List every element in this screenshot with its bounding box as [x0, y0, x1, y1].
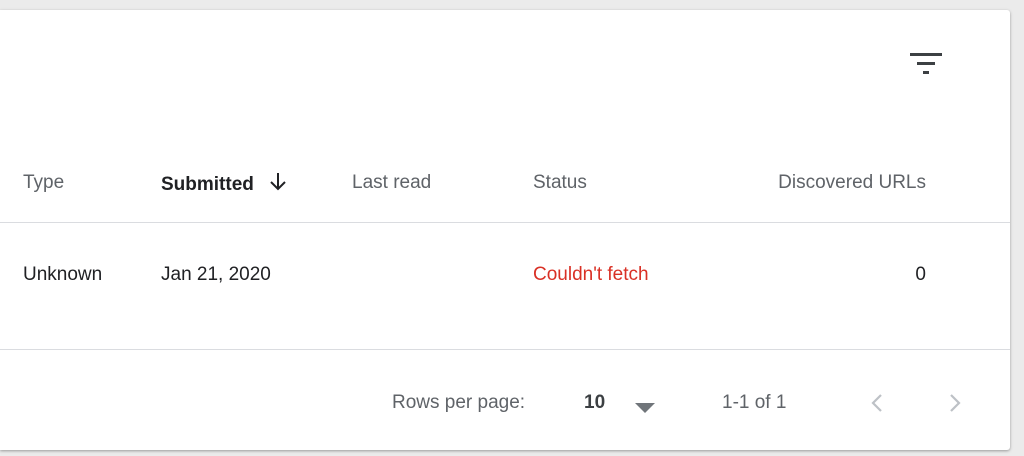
filter-list-icon: [910, 53, 942, 74]
column-header-discovered-urls[interactable]: Discovered URLs: [740, 172, 926, 194]
cell-type: Unknown: [23, 264, 103, 285]
column-header-submitted-label: Submitted: [161, 174, 254, 195]
table-header-row: Type Submitted Last read Status Discover…: [0, 142, 1010, 223]
arrow-down-icon: [270, 173, 286, 191]
rows-per-page-value: 10: [584, 392, 606, 413]
next-page-button[interactable]: [940, 388, 970, 418]
dropdown-arrow-icon: [635, 403, 655, 413]
table-pagination: Rows per page: 10 1-1 of 1: [0, 350, 1010, 450]
cell-discovered-urls: 0: [915, 264, 926, 285]
table-row[interactable]: Unknown Jan 21, 2020 Couldn't fetch 0: [0, 223, 1010, 350]
column-header-type[interactable]: Type: [23, 172, 64, 194]
column-header-status[interactable]: Status: [533, 172, 587, 194]
chevron-left-icon: [871, 394, 882, 412]
filter-button[interactable]: [898, 42, 954, 86]
chevron-right-icon: [950, 394, 961, 412]
column-header-submitted[interactable]: Submitted: [161, 172, 287, 196]
previous-page-button[interactable]: [862, 388, 892, 418]
cell-status: Couldn't fetch: [533, 264, 649, 285]
column-header-last-read[interactable]: Last read: [352, 172, 431, 194]
sitemaps-table-card: Type Submitted Last read Status Discover…: [0, 10, 1010, 450]
cell-submitted: Jan 21, 2020: [161, 264, 271, 285]
rows-per-page-select[interactable]: 10: [572, 384, 662, 424]
rows-per-page-label: Rows per page:: [392, 392, 526, 413]
pagination-range: 1-1 of 1: [722, 392, 787, 413]
